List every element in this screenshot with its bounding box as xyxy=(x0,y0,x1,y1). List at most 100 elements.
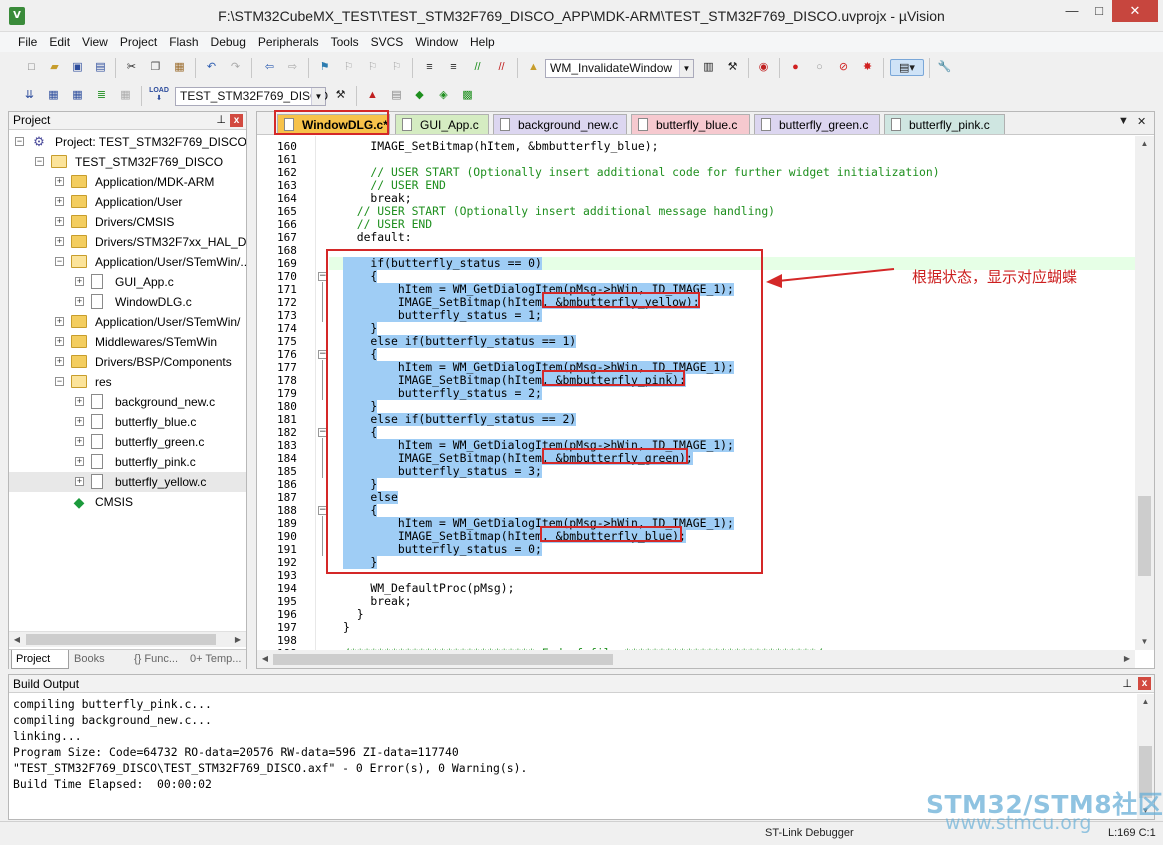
scroll-left-icon[interactable]: ◀ xyxy=(257,651,273,667)
menu-item-svcs[interactable]: SVCS xyxy=(365,32,410,49)
translate-icon[interactable]: ⇊ xyxy=(21,87,38,104)
batch-build-icon[interactable]: ≣ xyxy=(93,87,110,104)
target-options-icon[interactable]: ⚒ xyxy=(332,87,349,104)
menu-item-flash[interactable]: Flash xyxy=(163,32,204,49)
stop-build-icon[interactable]: ▦ xyxy=(117,87,134,104)
tree-item[interactable]: + Drivers/STM32F7xx_HAL_Driv xyxy=(9,232,246,252)
tree-item[interactable]: + Application/User xyxy=(9,192,246,212)
load-download-icon[interactable]: LOAD ⬇ xyxy=(148,87,170,104)
rebuild-icon[interactable]: ▦ xyxy=(69,87,86,104)
tree-item[interactable]: + Application/MDK-ARM xyxy=(9,172,246,192)
indent-icon[interactable]: ≡ xyxy=(421,59,438,76)
scroll-thumb[interactable] xyxy=(273,654,613,665)
save-all-icon[interactable]: ▤ xyxy=(92,59,109,76)
menu-item-project[interactable]: Project xyxy=(114,32,163,49)
expand-icon[interactable]: + xyxy=(55,177,64,186)
chevron-down-icon[interactable]: ▼ xyxy=(679,60,693,77)
editor-hscrollbar[interactable]: ◀ ▶ xyxy=(257,650,1135,668)
close-tab-icon[interactable]: ✕ xyxy=(1137,115,1146,128)
maximize-button[interactable]: □ xyxy=(1086,0,1112,22)
tree-item[interactable]: ◆ CMSIS xyxy=(9,492,246,512)
collapse-icon[interactable]: − xyxy=(55,377,64,386)
tab-templates[interactable]: 0+ Temp... xyxy=(186,650,244,669)
pin-icon[interactable]: ⊥ xyxy=(216,112,226,129)
collapse-icon[interactable]: − xyxy=(55,257,64,266)
tab-books[interactable]: Books xyxy=(70,650,128,669)
find-in-files-icon[interactable]: ▲ xyxy=(525,59,542,76)
open-folder-icon[interactable]: ▰ xyxy=(46,59,63,76)
target-combo[interactable]: TEST_STM32F769_DISCO ▼ xyxy=(175,87,328,106)
file-tab[interactable]: butterfly_blue.c xyxy=(631,114,750,134)
expand-icon[interactable]: + xyxy=(75,457,84,466)
expand-icon[interactable]: + xyxy=(55,357,64,366)
tree-item[interactable]: + background_new.c xyxy=(9,392,246,412)
tree-item[interactable]: − Application/User/STemWin/... xyxy=(9,252,246,272)
tab-functions[interactable]: {} Func... xyxy=(130,650,184,669)
file-tab[interactable]: GUI_App.c xyxy=(395,114,489,134)
file-tab[interactable]: butterfly_pink.c xyxy=(884,114,1005,134)
clear-bookmarks-icon[interactable]: ⚐ xyxy=(388,59,405,76)
pin-icon[interactable]: ⊥ xyxy=(1122,675,1132,693)
expand-icon[interactable]: + xyxy=(55,317,64,326)
expand-icon[interactable]: + xyxy=(55,237,64,246)
scroll-up-icon[interactable]: ▲ xyxy=(1137,694,1154,710)
new-file-icon[interactable]: □ xyxy=(23,59,40,76)
paste-icon[interactable]: ▦ xyxy=(171,59,188,76)
cut-icon[interactable]: ✂ xyxy=(123,59,140,76)
tree-item[interactable]: + WindowDLG.c xyxy=(9,292,246,312)
tab-list-icon[interactable]: ▼ xyxy=(1118,115,1129,127)
expand-icon[interactable]: + xyxy=(75,277,84,286)
next-bookmark-icon[interactable]: ⚐ xyxy=(364,59,381,76)
navigate-back-icon[interactable]: ⇦ xyxy=(261,59,278,76)
build-icon[interactable]: ▦ xyxy=(45,87,62,104)
minimize-button[interactable]: — xyxy=(1058,0,1086,22)
tree-item[interactable]: − TEST_STM32F769_DISCO xyxy=(9,152,246,172)
find-icon[interactable]: ▥ xyxy=(700,59,717,76)
expand-icon[interactable]: + xyxy=(75,437,84,446)
menu-item-file[interactable]: File xyxy=(12,32,43,49)
expand-icon[interactable]: + xyxy=(75,477,84,486)
scroll-right-icon[interactable]: ▶ xyxy=(1119,651,1135,667)
comment-icon[interactable]: // xyxy=(469,59,486,76)
expand-icon[interactable]: + xyxy=(75,417,84,426)
expand-icon[interactable]: + xyxy=(55,337,64,346)
close-icon[interactable]: x xyxy=(230,114,243,127)
tree-item[interactable]: + GUI_App.c xyxy=(9,272,246,292)
expand-icon[interactable]: + xyxy=(55,197,64,206)
tree-item[interactable]: + Drivers/CMSIS xyxy=(9,212,246,232)
tree-item[interactable]: + Application/User/STemWin/ xyxy=(9,312,246,332)
tree-item[interactable]: + butterfly_pink.c xyxy=(9,452,246,472)
incremental-find-icon[interactable]: ⚒ xyxy=(724,59,741,76)
editor-vscrollbar[interactable]: ▲ ▼ xyxy=(1135,136,1154,650)
menu-item-view[interactable]: View xyxy=(76,32,114,49)
configure-icon[interactable]: 🔧 xyxy=(936,59,953,76)
uncomment-icon[interactable]: // xyxy=(493,59,510,76)
file-tab[interactable]: butterfly_green.c xyxy=(754,114,880,134)
tree-item[interactable]: − ⚙ Project: TEST_STM32F769_DISCO xyxy=(9,132,246,152)
project-hscrollbar[interactable]: ◀ ▶ xyxy=(9,631,246,647)
menu-item-debug[interactable]: Debug xyxy=(205,32,252,49)
scroll-left-icon[interactable]: ◀ xyxy=(9,632,25,648)
pack-installer-icon[interactable]: ◈ xyxy=(435,87,452,104)
breakpoint-icon[interactable]: ● xyxy=(787,59,804,76)
menu-item-tools[interactable]: Tools xyxy=(325,32,365,49)
scroll-right-icon[interactable]: ▶ xyxy=(230,632,246,648)
expand-icon[interactable]: + xyxy=(75,397,84,406)
stm32cubemx-icon[interactable]: ▩ xyxy=(459,87,476,104)
scroll-thumb[interactable] xyxy=(26,634,216,645)
scroll-down-icon[interactable]: ▼ xyxy=(1135,634,1154,650)
collapse-icon[interactable]: − xyxy=(15,137,24,146)
disable-breakpoint-icon[interactable]: ○ xyxy=(811,59,828,76)
scroll-up-icon[interactable]: ▲ xyxy=(1135,136,1154,152)
menu-item-help[interactable]: Help xyxy=(464,32,501,49)
file-extensions-icon[interactable]: ▲ xyxy=(364,87,381,104)
menu-item-peripherals[interactable]: Peripherals xyxy=(252,32,325,49)
collapse-icon[interactable]: − xyxy=(35,157,44,166)
tree-item[interactable]: + butterfly_blue.c xyxy=(9,412,246,432)
close-icon[interactable]: x xyxy=(1138,677,1151,690)
unindent-icon[interactable]: ≡ xyxy=(445,59,462,76)
save-icon[interactable]: ▣ xyxy=(69,59,86,76)
window-layout-icon[interactable]: ▤▾ xyxy=(890,59,924,76)
disable-all-breakpoints-icon[interactable]: ⊘ xyxy=(835,59,852,76)
debug-session-icon[interactable]: ◉ xyxy=(755,59,772,76)
